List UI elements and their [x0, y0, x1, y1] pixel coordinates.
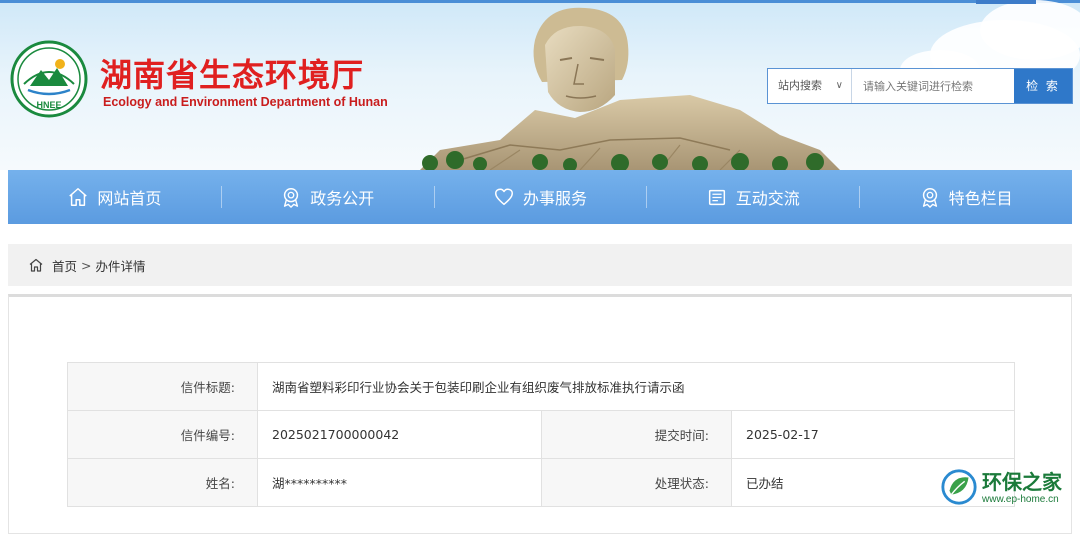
- watermark-name: 环保之家: [982, 470, 1062, 494]
- search-button[interactable]: 检 索: [1014, 69, 1072, 103]
- search-input[interactable]: [853, 69, 1015, 103]
- submit-time-label: 提交时间:: [541, 410, 732, 459]
- letter-title-label: 信件标题:: [67, 362, 258, 411]
- letter-detail-table: 信件标题: 湖南省塑料彩印行业协会关于包装印刷企业有组织废气排放标准执行请示函 …: [67, 362, 1015, 507]
- nav-item-label: 政务公开: [310, 189, 375, 208]
- watermark-url: www.ep-home.cn: [982, 494, 1059, 505]
- nav-item-featured[interactable]: 特色栏目: [859, 170, 1072, 224]
- leaf-logo-icon: [941, 469, 977, 505]
- cloud-decoration: [980, 0, 1080, 60]
- nav-item-gov-affairs[interactable]: 政务公开: [220, 170, 434, 224]
- table-row: 姓名: 湖********** 处理状态: 已办结: [67, 458, 1015, 507]
- site-header: HNEE 湖南省生态环境厅 Ecology and Environment De…: [0, 0, 1080, 170]
- breadcrumb-home-link[interactable]: 首页: [52, 256, 77, 275]
- department-logo[interactable]: HNEE: [10, 40, 88, 118]
- name-label: 姓名:: [67, 458, 258, 507]
- breadcrumb-current: 办件详情: [95, 258, 146, 274]
- table-row: 信件标题: 湖南省塑料彩印行业协会关于包装印刷企业有组织废气排放标准执行请示函: [67, 362, 1015, 411]
- nav-item-label: 网站首页: [97, 189, 162, 208]
- nav-item-home[interactable]: 网站首页: [8, 170, 221, 224]
- nav-item-label: 特色栏目: [948, 189, 1013, 208]
- badge-icon: [922, 188, 937, 208]
- main-nav: 网站首页 政务公开 办事服务 互动交流 特色栏目: [8, 170, 1072, 224]
- logo-text: HNEE: [36, 100, 61, 110]
- search-scope-label: 站内搜索: [778, 79, 822, 92]
- submit-time-value: 2025-02-17: [731, 410, 1015, 459]
- breadcrumb: 首页 > 办件详情: [8, 244, 1072, 286]
- nav-item-interaction[interactable]: 互动交流: [646, 170, 859, 224]
- site-subtitle: Ecology and Environment Department of Hu…: [103, 95, 388, 109]
- search-scope-select[interactable]: 站内搜索 ∨: [768, 69, 852, 103]
- letter-number-label: 信件编号:: [67, 410, 258, 459]
- badge-icon: [284, 188, 299, 208]
- home-icon: [69, 188, 88, 206]
- nav-item-label: 互动交流: [735, 189, 800, 208]
- breadcrumb-separator: >: [81, 257, 92, 273]
- name-value: 湖**********: [257, 458, 542, 507]
- chevron-down-icon: ∨: [835, 80, 843, 91]
- heart-icon: [495, 188, 513, 206]
- site-title[interactable]: 湖南省生态环境厅: [100, 50, 364, 96]
- home-icon: [29, 258, 43, 272]
- document-icon: [708, 189, 725, 206]
- watermark: 环保之家 www.ep-home.cn: [938, 466, 1080, 512]
- nav-item-label: 办事服务: [522, 189, 587, 208]
- header-corner-mark: [976, 0, 1036, 4]
- status-label: 处理状态:: [541, 458, 732, 507]
- letter-title-value: 湖南省塑料彩印行业协会关于包装印刷企业有组织废气排放标准执行请示函: [257, 362, 1015, 411]
- table-row: 信件编号: 2025021700000042 提交时间: 2025-02-17: [67, 410, 1015, 459]
- letter-number-value: 2025021700000042: [257, 410, 542, 459]
- site-search-bar: 站内搜索 ∨ 检 索: [767, 68, 1073, 104]
- nav-item-services[interactable]: 办事服务: [433, 170, 647, 224]
